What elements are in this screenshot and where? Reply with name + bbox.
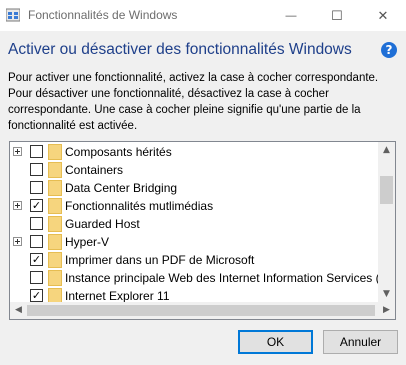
feature-checkbox[interactable]: ✓ (30, 253, 43, 266)
feature-checkbox[interactable] (30, 235, 43, 248)
windows-features-icon (6, 8, 20, 22)
feature-item[interactable]: ✓ Imprimer dans un PDF de Microsoft (10, 251, 380, 269)
scroll-down-icon[interactable]: ▼ (378, 286, 395, 303)
folder-icon (48, 252, 62, 268)
feature-item[interactable]: ✓ Fonctionnalités mutlimédias (10, 197, 380, 215)
feature-checkbox[interactable] (30, 217, 43, 230)
features-list: Composants hérités Containers Data Center … (10, 143, 380, 304)
folder-icon (48, 180, 62, 196)
close-icon: ✕ (377, 7, 389, 23)
folder-icon (48, 234, 62, 250)
feature-checkbox[interactable] (30, 271, 43, 284)
description-text: Pour activer une fonctionnalité, activez… (8, 72, 379, 132)
expand-icon[interactable] (13, 237, 22, 246)
scroll-left-icon[interactable]: ◀ (10, 302, 27, 319)
cancel-button[interactable]: Annuler (323, 330, 398, 354)
feature-label: Composants hérités (65, 145, 172, 159)
ok-button[interactable]: OK (238, 330, 313, 354)
feature-item[interactable]: Composants hérités (10, 143, 380, 161)
scroll-right-icon[interactable]: ▶ (378, 302, 395, 319)
vertical-scrollbar[interactable]: ▲ ▼ (378, 142, 395, 303)
feature-checkbox[interactable]: ✓ (30, 289, 43, 302)
scroll-up-icon[interactable]: ▲ (378, 142, 395, 159)
title-bar: Fonctionnalités de Windows — ☐ ✕ (0, 0, 406, 31)
folder-icon (48, 216, 62, 232)
feature-item[interactable]: Data Center Bridging (10, 179, 380, 197)
folder-icon (48, 144, 62, 160)
horizontal-scroll-thumb[interactable] (27, 305, 375, 316)
minimize-icon: — (285, 9, 297, 22)
feature-label: Fonctionnalités mutlimédias (65, 199, 214, 213)
feature-label: Hyper-V (65, 235, 110, 249)
feature-checkbox[interactable] (30, 181, 43, 194)
feature-label: Imprimer dans un PDF de Microsoft (65, 253, 255, 267)
feature-label: Instance principale Web des Internet Inf… (65, 271, 380, 285)
feature-label: Containers (65, 163, 124, 177)
feature-checkbox[interactable] (30, 145, 43, 158)
feature-checkbox[interactable]: ✓ (30, 199, 43, 212)
feature-item[interactable]: Guarded Host (10, 215, 380, 233)
maximize-icon: ☐ (331, 7, 343, 23)
folder-icon (48, 270, 62, 286)
maximize-button[interactable]: ☐ (314, 0, 360, 31)
close-button[interactable]: ✕ (360, 0, 406, 31)
folder-icon (48, 198, 62, 214)
feature-label: Data Center Bridging (65, 181, 178, 195)
feature-label: Guarded Host (65, 217, 140, 231)
feature-item[interactable]: Hyper-V (10, 233, 380, 251)
expand-icon[interactable] (13, 201, 22, 210)
vertical-scroll-thumb[interactable] (380, 176, 393, 204)
features-tree[interactable]: Composants hérités Containers Data Center … (9, 141, 396, 320)
window-title: Fonctionnalités de Windows (28, 8, 178, 22)
help-icon[interactable]: ? (381, 42, 397, 58)
folder-icon (48, 162, 62, 178)
feature-item[interactable]: Containers (10, 161, 380, 179)
horizontal-scrollbar[interactable]: ◀ ▶ (10, 302, 395, 319)
page-heading: Activer ou désactiver des fonctionnalité… (8, 41, 352, 58)
feature-checkbox[interactable] (30, 163, 43, 176)
feature-item[interactable]: Instance principale Web des Internet Inf… (10, 269, 380, 287)
minimize-button[interactable]: — (268, 0, 314, 31)
expand-icon[interactable] (13, 147, 22, 156)
